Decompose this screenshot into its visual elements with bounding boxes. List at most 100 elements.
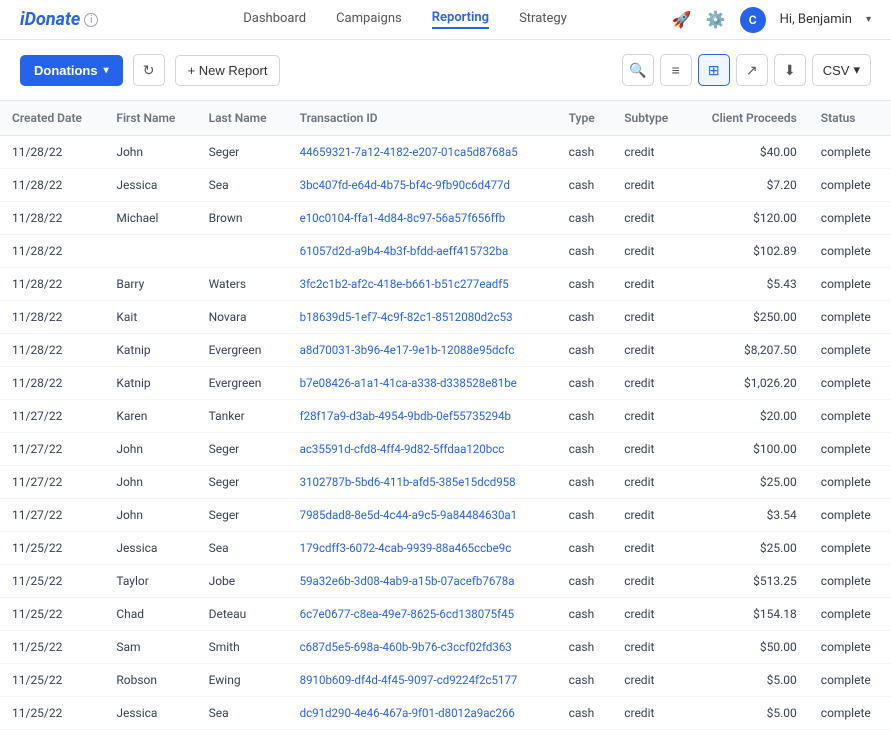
donations-button[interactable]: Donations ▾ <box>20 55 123 86</box>
cell-date: 11/27/22 <box>0 433 104 466</box>
txn-link: 179cdff3-6072-4cab-9939-88a465ccbe9c <box>300 541 512 555</box>
cell-status: complete <box>809 136 891 169</box>
cell-amount: $154.18 <box>688 598 809 631</box>
table-row: 11/28/22 Katnip Evergreen a8d70031-3b96-… <box>0 334 891 367</box>
cell-txn-id[interactable]: ac35591d-cfd8-4ff4-9d82-5ffdaa120bcc <box>288 433 557 466</box>
cell-txn-id[interactable]: 59a32e6b-3d08-4ab9-a15b-07acefb7678a <box>288 565 557 598</box>
cell-txn-id[interactable]: c687d5e5-698a-460b-9b76-c3ccf02fd363 <box>288 631 557 664</box>
cell-txn-id[interactable]: e10c0104-ffa1-4d84-8c97-56a57f656ffb <box>288 202 557 235</box>
cell-type: cash <box>557 499 613 532</box>
cell-first-name <box>104 235 196 268</box>
cell-subtype: credit <box>612 367 688 400</box>
table-row: 11/25/22 Chad Deteau 6c7e0677-c8ea-49e7-… <box>0 598 891 631</box>
cell-subtype: credit <box>612 697 688 730</box>
cell-txn-id[interactable]: a8d70031-3b96-4e17-9e1b-12088e95dcfc <box>288 334 557 367</box>
cell-txn-id[interactable]: 7985dad8-8e5d-4c44-a9c5-9a84484630a1 <box>288 499 557 532</box>
cell-type: cash <box>557 598 613 631</box>
cell-status: complete <box>809 565 891 598</box>
rocket-icon[interactable]: 🚀 <box>672 10 692 29</box>
txn-link: 3102787b-5bd6-411b-afd5-385e15dcd958 <box>300 475 516 489</box>
cell-amount: $250.00 <box>688 301 809 334</box>
download-button[interactable]: ⬇ <box>774 54 806 86</box>
col-last-name: Last Name <box>197 101 288 136</box>
cell-txn-id[interactable]: 3fc2c1b2-af2c-418e-b661-b51c277eadf5 <box>288 268 557 301</box>
col-transaction-id: Transaction ID <box>288 101 557 136</box>
cell-type: cash <box>557 433 613 466</box>
cell-txn-id[interactable]: 8910b609-df4d-4f45-9097-cd9224f2c5177 <box>288 664 557 697</box>
user-menu-chevron[interactable]: ▾ <box>866 14 871 25</box>
cell-txn-id[interactable]: 3bc407fd-e64d-4b75-bf4c-9fb90c6d477d <box>288 169 557 202</box>
search-button[interactable]: 🔍 <box>622 54 654 86</box>
cell-txn-id[interactable]: f28f17a9-d3ab-4954-9bdb-0ef55735294b <box>288 400 557 433</box>
new-report-button[interactable]: + New Report <box>175 55 281 86</box>
cell-last-name: Waters <box>197 268 288 301</box>
cell-txn-id[interactable]: 3102787b-5bd6-411b-afd5-385e15dcd958 <box>288 466 557 499</box>
cell-txn-id[interactable]: 61057d2d-a9b4-4b3f-bfdd-aeff415732ba <box>288 235 557 268</box>
chevron-down-icon: ▾ <box>104 65 109 76</box>
nav-dashboard[interactable]: Dashboard <box>243 11 306 28</box>
settings-icon[interactable]: ⚙️ <box>706 10 726 29</box>
cell-first-name: Jessica <box>104 697 196 730</box>
cell-type: cash <box>557 697 613 730</box>
cell-type: cash <box>557 400 613 433</box>
txn-link: ac35591d-cfd8-4ff4-9d82-5ffdaa120bcc <box>300 442 505 456</box>
cell-txn-id[interactable]: b18639d5-1ef7-4c9f-82c1-8512080d2c53 <box>288 301 557 334</box>
cell-txn-id[interactable]: dc91d290-4e46-467a-9f01-d8012a9ac266 <box>288 697 557 730</box>
info-icon[interactable]: i <box>84 13 98 27</box>
csv-button[interactable]: CSV ▾ <box>812 54 871 86</box>
cell-type: cash <box>557 136 613 169</box>
cell-status: complete <box>809 664 891 697</box>
cell-date: 11/25/22 <box>0 697 104 730</box>
nav-campaigns[interactable]: Campaigns <box>336 11 402 28</box>
refresh-button[interactable]: ↻ <box>133 54 165 86</box>
nav-reporting[interactable]: Reporting <box>432 10 489 29</box>
table-row: 11/27/22 John Seger ac35591d-cfd8-4ff4-9… <box>0 433 891 466</box>
txn-link: 3fc2c1b2-af2c-418e-b661-b51c277eadf5 <box>300 277 509 291</box>
cell-subtype: credit <box>612 301 688 334</box>
cell-last-name: Seger <box>197 433 288 466</box>
cell-subtype: credit <box>612 169 688 202</box>
cell-type: cash <box>557 565 613 598</box>
table-row: 11/28/22 Barry Waters 3fc2c1b2-af2c-418e… <box>0 268 891 301</box>
col-created-date: Created Date <box>0 101 104 136</box>
cell-amount: $40.00 <box>688 136 809 169</box>
cell-txn-id[interactable]: 6c7e0677-c8ea-49e7-8625-6cd138075f45 <box>288 598 557 631</box>
cell-amount: $25.00 <box>688 466 809 499</box>
cell-last-name: Tanker <box>197 400 288 433</box>
cell-type: cash <box>557 301 613 334</box>
txn-link: b18639d5-1ef7-4c9f-82c1-8512080d2c53 <box>300 310 513 324</box>
cell-date: 11/25/22 <box>0 598 104 631</box>
cell-status: complete <box>809 202 891 235</box>
grid-button[interactable]: ⊞ <box>698 54 730 86</box>
user-greeting[interactable]: Hi, Benjamin <box>780 12 852 27</box>
cell-status: complete <box>809 532 891 565</box>
cell-status: complete <box>809 598 891 631</box>
txn-link: a8d70031-3b96-4e17-9e1b-12088e95dcfc <box>300 343 515 357</box>
nav-strategy[interactable]: Strategy <box>519 11 567 28</box>
cell-txn-id[interactable]: 179cdff3-6072-4cab-9939-88a465ccbe9c <box>288 532 557 565</box>
cell-txn-id[interactable]: b7e08426-a1a1-41ca-a338-d338528e81be <box>288 367 557 400</box>
cell-amount: $102.89 <box>688 235 809 268</box>
txn-link: c687d5e5-698a-460b-9b76-c3ccf02fd363 <box>300 640 512 654</box>
col-type: Type <box>557 101 613 136</box>
cell-last-name <box>197 235 288 268</box>
table-row: 11/27/22 John Seger 3102787b-5bd6-411b-a… <box>0 466 891 499</box>
table-row: 11/27/22 John Seger 7985dad8-8e5d-4c44-a… <box>0 499 891 532</box>
share-button[interactable]: ↗ <box>736 54 768 86</box>
cell-amount: $1,026.20 <box>688 367 809 400</box>
cell-txn-id[interactable]: 44659321-7a12-4182-e207-01ca5d8768a5 <box>288 136 557 169</box>
cell-last-name: Smith <box>197 631 288 664</box>
cell-type: cash <box>557 235 613 268</box>
filter-button[interactable]: ≡ <box>660 54 692 86</box>
cell-last-name: Jobe <box>197 565 288 598</box>
cell-date: 11/28/22 <box>0 334 104 367</box>
cell-type: cash <box>557 532 613 565</box>
cell-date: 11/25/22 <box>0 565 104 598</box>
csv-label: CSV <box>823 63 850 78</box>
cell-last-name: Seger <box>197 499 288 532</box>
cell-first-name: John <box>104 433 196 466</box>
cell-amount: $50.00 <box>688 631 809 664</box>
cell-subtype: credit <box>612 664 688 697</box>
cell-last-name: Evergreen <box>197 367 288 400</box>
cell-amount: $8,207.50 <box>688 334 809 367</box>
